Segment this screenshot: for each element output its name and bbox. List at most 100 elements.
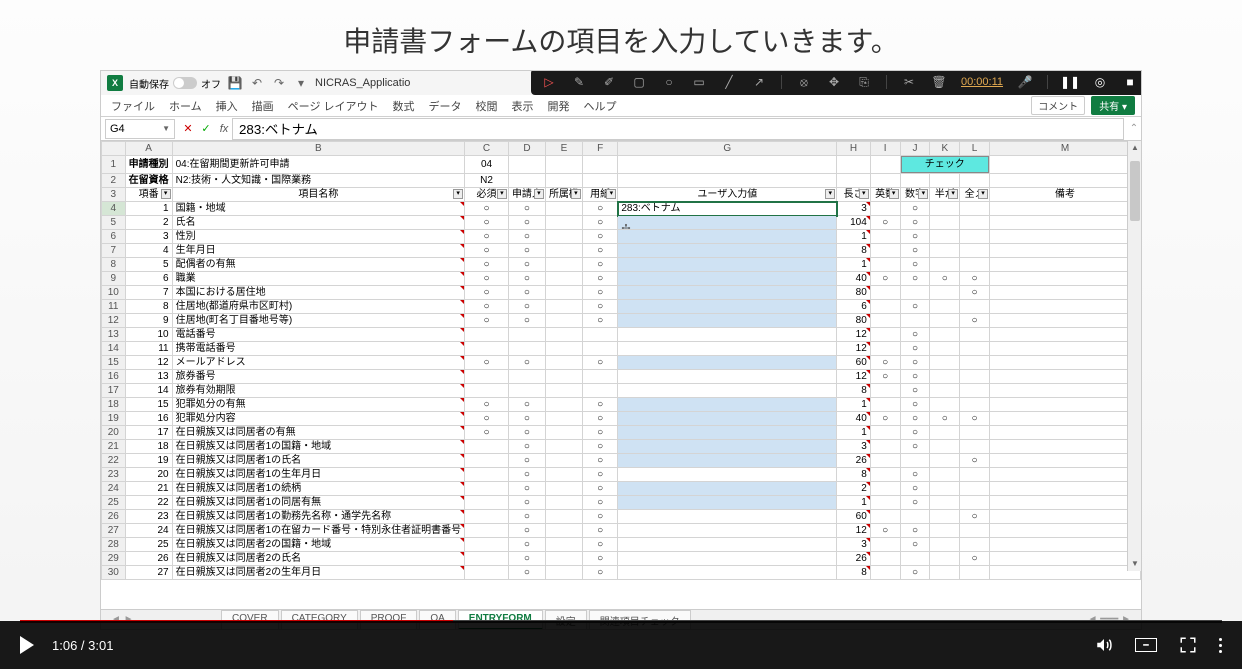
cell[interactable] bbox=[930, 398, 960, 412]
cell[interactable] bbox=[618, 300, 837, 314]
cell[interactable]: 性別 bbox=[172, 230, 465, 244]
row-header[interactable]: 15 bbox=[102, 356, 126, 370]
cell[interactable] bbox=[870, 468, 900, 482]
cell[interactable] bbox=[618, 412, 837, 426]
cell[interactable] bbox=[989, 426, 1140, 440]
cell[interactable] bbox=[545, 216, 582, 230]
cell[interactable]: 1 bbox=[837, 398, 871, 412]
cell[interactable] bbox=[508, 370, 545, 384]
cell[interactable] bbox=[870, 482, 900, 496]
cell[interactable]: 配偶者の有無 bbox=[172, 258, 465, 272]
cell[interactable]: ○ bbox=[900, 300, 930, 314]
cut-icon[interactable]: ✂ bbox=[901, 74, 917, 90]
cell[interactable] bbox=[930, 216, 960, 230]
comment-button[interactable]: コメント bbox=[1031, 96, 1085, 115]
cell[interactable] bbox=[582, 370, 617, 384]
cell[interactable]: 2 bbox=[837, 482, 871, 496]
cell[interactable] bbox=[989, 314, 1140, 328]
cell[interactable] bbox=[870, 510, 900, 524]
cell[interactable] bbox=[870, 230, 900, 244]
filter-dropdown-icon[interactable]: ▾ bbox=[571, 189, 581, 199]
cell[interactable] bbox=[960, 202, 990, 216]
cell[interactable]: 旅券有効期限 bbox=[172, 384, 465, 398]
volume-icon[interactable] bbox=[1095, 636, 1113, 654]
cell[interactable] bbox=[545, 300, 582, 314]
cell[interactable] bbox=[930, 552, 960, 566]
filter-header[interactable]: 項目名称▾ bbox=[172, 188, 465, 202]
cell[interactable]: ○ bbox=[900, 566, 930, 580]
cell[interactable]: ○ bbox=[465, 258, 509, 272]
cell[interactable] bbox=[618, 384, 837, 398]
name-box[interactable]: G4 ▼ bbox=[105, 119, 175, 139]
cell[interactable]: ○ bbox=[508, 496, 545, 510]
cell[interactable] bbox=[508, 342, 545, 356]
cell[interactable]: 2 bbox=[125, 216, 172, 230]
cell[interactable]: ○ bbox=[900, 524, 930, 538]
cell[interactable] bbox=[989, 216, 1140, 230]
cell[interactable]: N2:技術・人文知識・国際業務 bbox=[172, 174, 465, 188]
col-header-A[interactable]: A bbox=[125, 142, 172, 156]
cell[interactable]: 1 bbox=[837, 230, 871, 244]
cell[interactable]: 1 bbox=[837, 258, 871, 272]
cell[interactable]: 在日親族又は同居者1の氏名 bbox=[172, 454, 465, 468]
filter-dropdown-icon[interactable]: ▾ bbox=[497, 189, 507, 199]
cell[interactable] bbox=[989, 454, 1140, 468]
cell[interactable] bbox=[618, 482, 837, 496]
cell[interactable]: ○ bbox=[900, 482, 930, 496]
cell[interactable] bbox=[930, 454, 960, 468]
cell[interactable] bbox=[989, 258, 1140, 272]
cell[interactable]: ○ bbox=[870, 216, 900, 230]
cell[interactable] bbox=[618, 454, 837, 468]
cell[interactable]: 3 bbox=[837, 202, 871, 216]
line-tool-icon[interactable]: ╱ bbox=[721, 74, 737, 90]
cell[interactable] bbox=[930, 230, 960, 244]
cell[interactable]: ○ bbox=[465, 244, 509, 258]
cell[interactable]: ○ bbox=[900, 538, 930, 552]
cell[interactable] bbox=[870, 552, 900, 566]
cell[interactable]: 在日親族又は同居者2の生年月日 bbox=[172, 566, 465, 580]
row-header[interactable]: 10 bbox=[102, 286, 126, 300]
cell[interactable]: 8 bbox=[837, 566, 871, 580]
cell[interactable]: ○ bbox=[508, 552, 545, 566]
cell[interactable]: 在日親族又は同居者の有無 bbox=[172, 426, 465, 440]
cell[interactable] bbox=[545, 286, 582, 300]
cell[interactable] bbox=[545, 230, 582, 244]
cell[interactable]: ○ bbox=[582, 230, 617, 244]
cell[interactable]: ○ bbox=[508, 524, 545, 538]
cell[interactable] bbox=[960, 482, 990, 496]
cell[interactable]: ○ bbox=[960, 272, 990, 286]
check-button[interactable]: チェック bbox=[901, 156, 989, 173]
cell[interactable]: ○ bbox=[582, 510, 617, 524]
col-header-G[interactable]: G bbox=[618, 142, 837, 156]
cell[interactable]: ○ bbox=[465, 202, 509, 216]
cell[interactable]: ○ bbox=[900, 258, 930, 272]
cell[interactable] bbox=[989, 230, 1140, 244]
tab-page-layout[interactable]: ページ レイアウト bbox=[288, 98, 379, 114]
cell[interactable] bbox=[989, 510, 1140, 524]
tab-developer[interactable]: 開発 bbox=[548, 98, 570, 114]
cell[interactable]: 80 bbox=[837, 314, 871, 328]
cell[interactable]: 国籍・地域 bbox=[172, 202, 465, 216]
scroll-up-icon[interactable]: ▲ bbox=[1128, 141, 1141, 155]
cell[interactable] bbox=[960, 356, 990, 370]
cell[interactable] bbox=[960, 216, 990, 230]
fullscreen-icon[interactable] bbox=[1179, 636, 1197, 654]
cell[interactable] bbox=[870, 538, 900, 552]
cell[interactable] bbox=[960, 300, 990, 314]
cell[interactable] bbox=[465, 454, 509, 468]
cell[interactable] bbox=[930, 342, 960, 356]
cell[interactable]: 19 bbox=[125, 454, 172, 468]
cell[interactable]: ○ bbox=[582, 244, 617, 258]
cell[interactable] bbox=[960, 468, 990, 482]
cell[interactable]: ○ bbox=[582, 398, 617, 412]
cell[interactable]: ○ bbox=[960, 510, 990, 524]
cell[interactable]: ○ bbox=[582, 412, 617, 426]
filter-dropdown-icon[interactable]: ▾ bbox=[606, 189, 616, 199]
cell[interactable]: 在日親族又は同居者1の勤務先名称・通学先名称 bbox=[172, 510, 465, 524]
cell[interactable]: ○ bbox=[582, 286, 617, 300]
cell[interactable]: ○ bbox=[582, 552, 617, 566]
cell[interactable] bbox=[989, 300, 1140, 314]
row-header[interactable]: 30 bbox=[102, 566, 126, 580]
filter-header[interactable]: 数字▾ bbox=[900, 188, 930, 202]
col-header-B[interactable]: B bbox=[172, 142, 465, 156]
